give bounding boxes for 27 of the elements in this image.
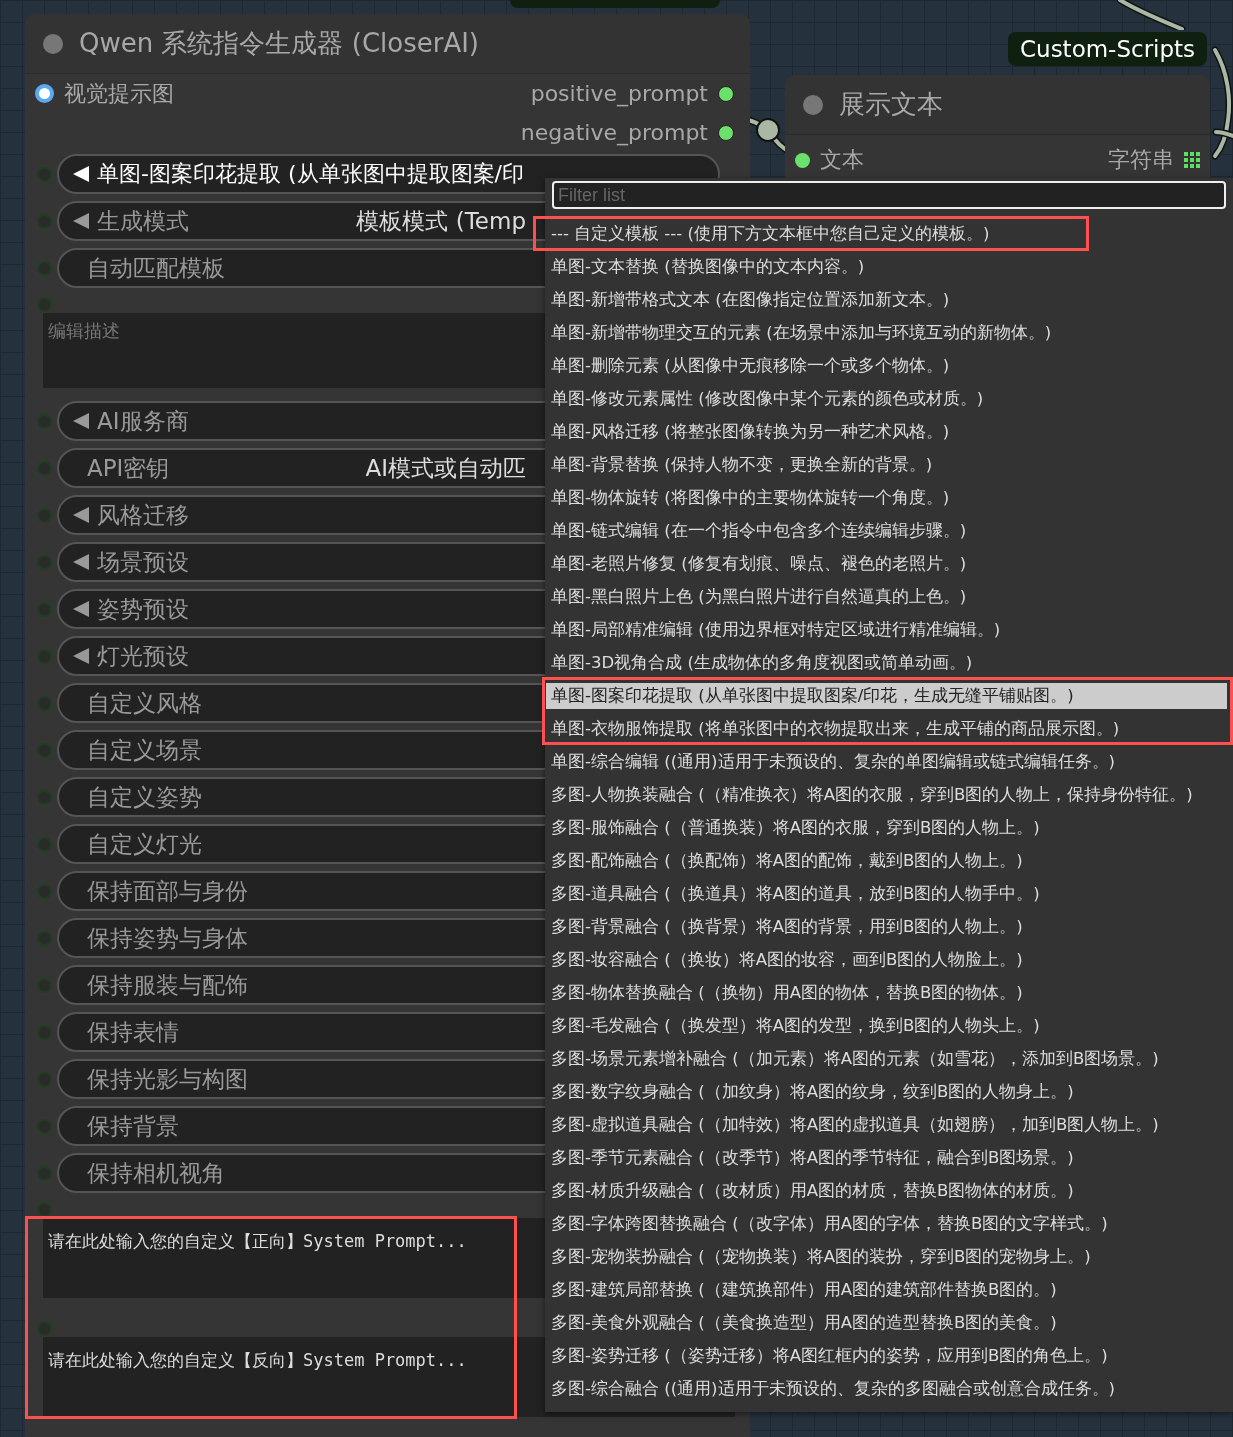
- input-port-icon[interactable]: [795, 152, 810, 168]
- input-port-icon[interactable]: [35, 84, 54, 103]
- left-arrow-icon[interactable]: [71, 599, 91, 619]
- output-port-icon[interactable]: [718, 124, 734, 141]
- output-label: negative_prompt: [520, 120, 708, 145]
- collapse-dot-icon[interactable]: [43, 33, 63, 54]
- left-arrow-icon[interactable]: [71, 411, 91, 431]
- menu-item[interactable]: 多图-美食外观融合 (（美食换造型）用A图的造型替换B图的美食。): [546, 1310, 1057, 1336]
- grid-icon[interactable]: [1184, 152, 1200, 168]
- menu-item[interactable]: 单图-图案印花提取 (从单张图中提取图案/印花，生成无缝平铺贴图。): [546, 683, 1227, 709]
- output-port-icon[interactable]: [718, 85, 734, 102]
- wire-drawing: [1116, 0, 1186, 30]
- node-title: 展示文本: [839, 88, 943, 121]
- output-label: positive_prompt: [530, 81, 708, 106]
- menu-item[interactable]: 单图-新增带格式文本 (在图像指定位置添加新文本。): [546, 287, 950, 313]
- left-arrow-icon[interactable]: [71, 646, 91, 666]
- node-title: Qwen 系统指令生成器 (CloserAI): [79, 27, 479, 60]
- left-arrow-icon[interactable]: [71, 505, 91, 525]
- collapse-dot-icon[interactable]: [803, 94, 823, 115]
- left-arrow-icon[interactable]: [71, 211, 91, 231]
- type-label: 字符串: [1108, 146, 1174, 174]
- filter-field[interactable]: Filter list: [552, 181, 1226, 209]
- left-arrow-icon[interactable]: [71, 552, 91, 572]
- group-badge: Custom-Scripts: [1008, 32, 1208, 66]
- left-arrow-icon[interactable]: [71, 164, 91, 184]
- input-label: 文本: [820, 146, 864, 174]
- input-label: 视觉提示图: [64, 79, 174, 108]
